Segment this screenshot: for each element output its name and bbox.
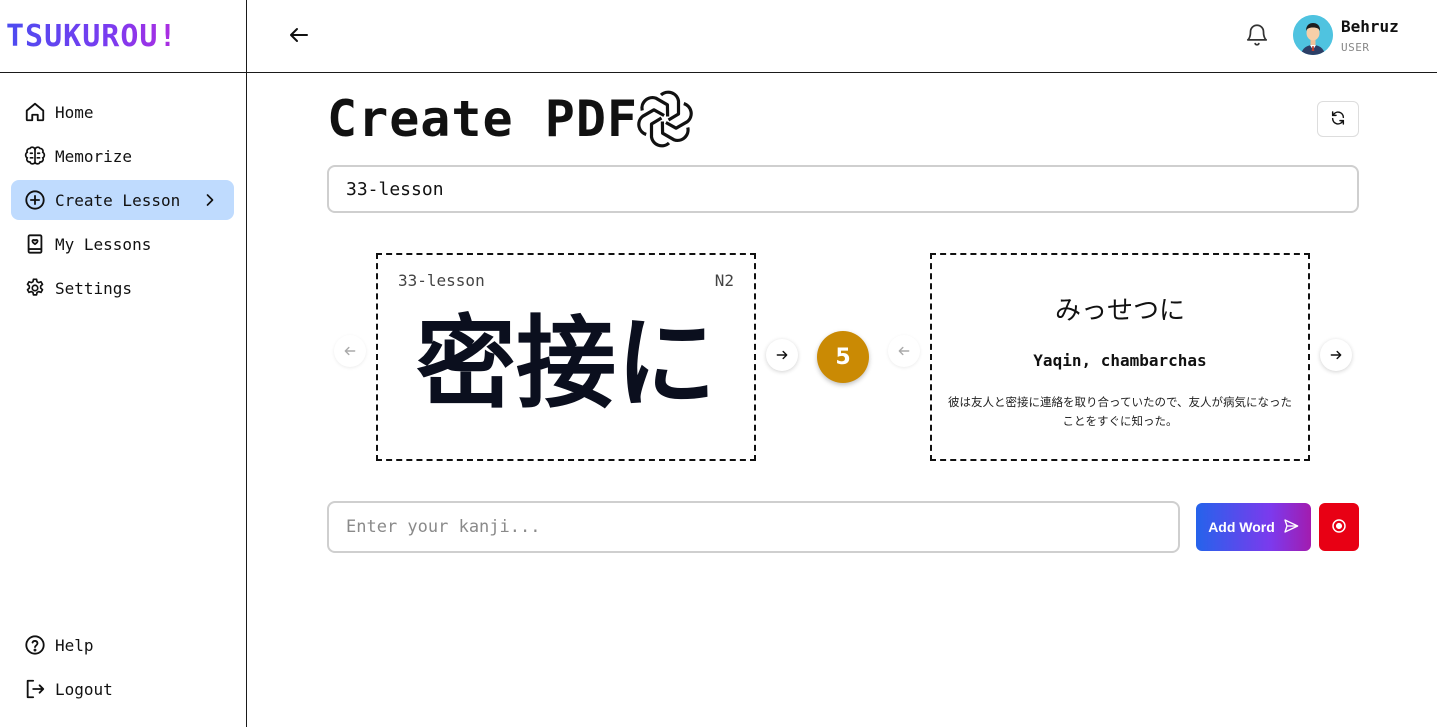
help-circle-icon bbox=[23, 633, 47, 657]
card-meaning: Yaqin, chambarchas bbox=[1033, 351, 1207, 370]
arrow-left-icon bbox=[898, 346, 910, 356]
lesson-name-input[interactable] bbox=[327, 165, 1359, 213]
notification-bell-icon[interactable] bbox=[1244, 22, 1270, 48]
next-front-button[interactable] bbox=[766, 339, 798, 371]
sidebar-item-home[interactable]: Home bbox=[11, 92, 234, 132]
sidebar-item-label: My Lessons bbox=[55, 234, 152, 254]
back-arrow-icon[interactable] bbox=[287, 23, 311, 47]
sidebar-item-logout[interactable]: Logout bbox=[11, 669, 234, 709]
page-title: Create PDF bbox=[327, 90, 639, 148]
record-icon bbox=[1331, 518, 1347, 537]
user-role: USER bbox=[1341, 41, 1370, 54]
chevron-right-icon bbox=[200, 190, 220, 210]
logout-icon bbox=[23, 677, 47, 701]
sidebar-item-memorize[interactable]: Memorize bbox=[11, 136, 234, 176]
arrow-left-icon bbox=[344, 346, 356, 356]
send-icon bbox=[1283, 518, 1299, 537]
sidebar-item-label: Help bbox=[55, 635, 94, 655]
prev-back-button[interactable] bbox=[888, 335, 920, 367]
next-back-button[interactable] bbox=[1320, 339, 1352, 371]
refresh-button[interactable] bbox=[1317, 101, 1359, 137]
flashcard-front: 33-lesson N2 密接に bbox=[376, 253, 756, 461]
sidebar-item-label: Logout bbox=[55, 679, 113, 699]
sidebar-item-settings[interactable]: Settings bbox=[11, 268, 234, 308]
sidebar-item-create-lesson[interactable]: Create Lesson bbox=[11, 180, 234, 220]
sidebar: TSUKUROU! Home Memorize Create Lesson My… bbox=[0, 0, 247, 727]
plus-circle-icon bbox=[23, 188, 47, 212]
sidebar-item-my-lessons[interactable]: My Lessons bbox=[11, 224, 234, 264]
kanji-input[interactable] bbox=[327, 501, 1180, 553]
logo-bar: TSUKUROU! bbox=[0, 0, 246, 73]
home-icon bbox=[23, 100, 47, 124]
flashcard-back: みっせつに Yaqin, chambarchas 彼は友人と密接に連絡を取り合っ… bbox=[930, 253, 1310, 461]
sidebar-item-help[interactable]: Help bbox=[11, 625, 234, 665]
card-kanji: 密接に bbox=[416, 305, 716, 422]
sidebar-item-label: Settings bbox=[55, 278, 133, 298]
card-lesson-label: 33-lesson bbox=[398, 271, 485, 290]
refresh-icon bbox=[1330, 110, 1346, 129]
avatar[interactable] bbox=[1293, 15, 1333, 55]
sidebar-bottom-nav: Help Logout bbox=[11, 625, 234, 713]
add-word-button[interactable]: Add Word bbox=[1196, 503, 1311, 551]
sidebar-item-label: Memorize bbox=[55, 146, 133, 166]
sidebar-item-label: Create Lesson bbox=[55, 190, 181, 210]
arrow-right-icon bbox=[1330, 350, 1342, 360]
openai-logo-icon bbox=[634, 88, 696, 150]
gear-icon bbox=[23, 276, 47, 300]
sidebar-item-label: Home bbox=[55, 102, 94, 122]
top-bar: Behruz USER bbox=[247, 0, 1437, 73]
card-example-sentence: 彼は友人と密接に連絡を取り合っていたので、友人が病気になったことをすぐに知った。 bbox=[948, 395, 1292, 428]
record-button[interactable] bbox=[1319, 503, 1359, 551]
sidebar-nav: Home Memorize Create Lesson My Lessons S… bbox=[11, 92, 234, 312]
brain-icon bbox=[23, 144, 47, 168]
user-name: Behruz bbox=[1341, 17, 1399, 36]
add-word-label: Add Word bbox=[1208, 519, 1275, 535]
card-reading: みっせつに bbox=[1054, 296, 1185, 326]
app-logo[interactable]: TSUKUROU! bbox=[6, 19, 178, 54]
notebook-icon bbox=[23, 232, 47, 256]
prev-front-button[interactable] bbox=[334, 335, 366, 367]
word-count-badge: 5 bbox=[817, 331, 869, 383]
arrow-right-icon bbox=[776, 350, 788, 360]
card-level-label: N2 bbox=[714, 271, 734, 290]
